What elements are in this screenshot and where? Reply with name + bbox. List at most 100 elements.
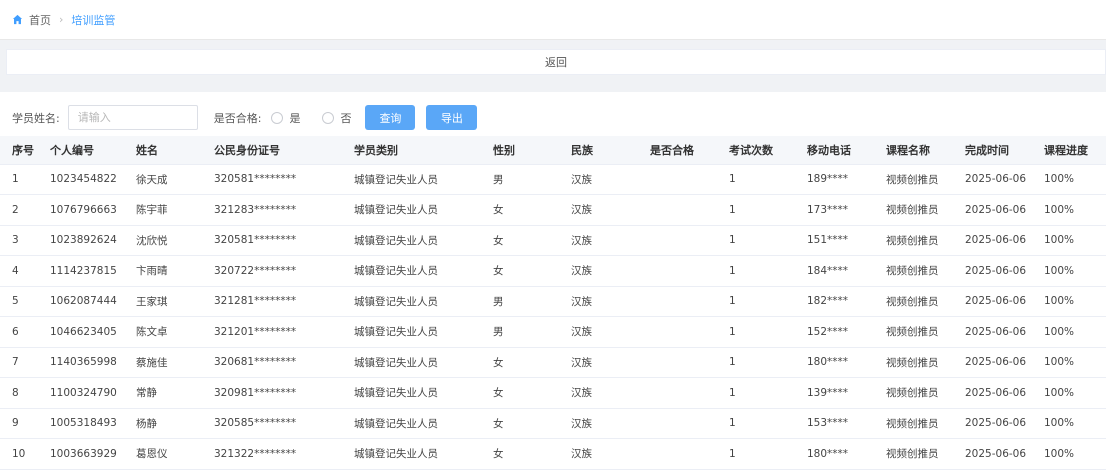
table-cell: 女 <box>481 255 559 287</box>
pass-yes-radio[interactable]: 是 <box>271 110 300 126</box>
table-cell <box>638 255 717 287</box>
table-cell: 320681******** <box>202 347 342 378</box>
table-cell: 321201******** <box>202 316 342 348</box>
table-cell: 视频创推员 <box>874 316 953 348</box>
table-cell: 汉族 <box>559 194 638 226</box>
table-row[interactable]: 3 1023892624 沈欣悦 320581******** 城镇登记失业人员女汉族 1… <box>0 225 1106 256</box>
table-cell: 1 <box>717 194 795 226</box>
pass-no-radio[interactable]: 否 <box>322 110 351 126</box>
column-header: 学员类别 <box>342 136 481 165</box>
table-row[interactable]: 1 1023454822 徐天成 320581******** 城镇登记失业人员男汉族 1… <box>0 164 1106 195</box>
table-row[interactable]: 5 1062087444 王家琪 321281******** 城镇登记失业人员男汉族 1… <box>0 286 1106 317</box>
table-cell <box>638 225 717 256</box>
table-cell: 1 <box>717 164 795 195</box>
table-cell: 1023454822 <box>38 164 124 195</box>
radio-circle-icon[interactable] <box>322 111 335 124</box>
table-cell: 100% <box>1032 377 1106 409</box>
table-body: 1 1023454822 徐天成 320581******** 城镇登记失业人员男汉族 1… <box>0 164 1106 470</box>
table-cell: 汉族 <box>559 164 638 195</box>
table-cell: 1 <box>717 225 795 256</box>
table-row[interactable]: 9 1005318493 杨静 320585******** 城镇登记失业人员女汉族 1 1… <box>0 408 1106 439</box>
table-cell: 陈宇菲 <box>124 194 202 226</box>
breadcrumb-current[interactable]: 培训监管 <box>71 12 115 28</box>
table-cell: 城镇登记失业人员 <box>342 347 481 378</box>
table-cell: 320585******** <box>202 408 342 439</box>
column-header: 民族 <box>559 136 638 165</box>
table-row[interactable]: 7 1140365998 蔡施佳 320681******** 城镇登记失业人员女汉族 1… <box>0 347 1106 378</box>
table-cell: 女 <box>481 377 559 409</box>
table-cell: 1 <box>717 286 795 317</box>
export-button[interactable]: 导出 <box>426 105 478 130</box>
table-cell <box>638 408 717 439</box>
table-cell: 1005318493 <box>38 408 124 439</box>
table-cell: 100% <box>1032 255 1106 287</box>
column-header: 公民身份证号 <box>202 136 342 165</box>
name-search-input[interactable] <box>67 105 198 130</box>
table-cell: 100% <box>1032 225 1106 256</box>
table-cell: 1023892624 <box>38 225 124 256</box>
table-cell: 视频创推员 <box>874 286 953 317</box>
table-row[interactable]: 4 1114237815 卞雨晴 320722******** 城镇登记失业人员女汉族 1… <box>0 255 1106 287</box>
search-button[interactable]: 查询 <box>365 105 416 130</box>
table-cell: 4 <box>0 255 38 287</box>
table-cell: 卞雨晴 <box>124 255 202 287</box>
table-cell: 139**** <box>795 377 874 409</box>
table-cell: 汉族 <box>559 377 638 409</box>
table-cell: 杨静 <box>124 408 202 439</box>
table-cell: 城镇登记失业人员 <box>342 194 481 226</box>
table-cell: 321283******** <box>202 194 342 226</box>
table-cell: 视频创推员 <box>874 347 953 378</box>
table-cell: 100% <box>1032 164 1106 195</box>
table-cell: 1046623405 <box>38 316 124 348</box>
table-cell: 321322******** <box>202 438 342 470</box>
column-header: 性别 <box>481 136 559 165</box>
table-cell: 女 <box>481 225 559 256</box>
table-cell: 1076796663 <box>38 194 124 226</box>
table-cell: 王家琪 <box>124 286 202 317</box>
breadcrumb-home-link[interactable]: 首页 <box>29 12 51 28</box>
table-cell: 视频创推员 <box>874 194 953 226</box>
table-cell: 2025-06-06 <box>953 225 1032 256</box>
table-cell: 5 <box>0 286 38 317</box>
table-cell: 2025-06-06 <box>953 164 1032 195</box>
table-row[interactable]: 2 1076796663 陈宇菲 321283******** 城镇登记失业人员女汉族 1… <box>0 194 1106 226</box>
table-row[interactable]: 6 1046623405 陈文卓 321201******** 城镇登记失业人员男汉族 1… <box>0 316 1106 348</box>
pass-filter-label: 是否合格: <box>213 111 262 125</box>
table-cell <box>638 194 717 226</box>
table-cell: 女 <box>481 408 559 439</box>
table-cell: 152**** <box>795 316 874 348</box>
table-cell: 180**** <box>795 347 874 378</box>
table-cell: 汉族 <box>559 347 638 378</box>
table-cell: 320722******** <box>202 255 342 287</box>
table-header-row: 序号 个人编号 姓名 公民身份证号 学员类别 性别 民族 是否合格 考试次数 移动电话 课程名称 完成… <box>0 136 1106 165</box>
table-row[interactable]: 8 1100324790 常静 320981******** 城镇登记失业人员女汉族 1 1… <box>0 377 1106 409</box>
table-cell: 100% <box>1032 438 1106 470</box>
chevron-right-icon: › <box>59 13 64 26</box>
table-cell: 男 <box>481 164 559 195</box>
radio-circle-icon[interactable] <box>271 111 284 124</box>
table-cell: 321281******** <box>202 286 342 317</box>
table-cell: 2025-06-06 <box>953 438 1032 470</box>
table-cell: 100% <box>1032 316 1106 348</box>
column-header: 考试次数 <box>717 136 795 165</box>
table-cell: 2025-06-06 <box>953 408 1032 439</box>
table-cell: 1 <box>717 316 795 348</box>
table-cell: 城镇登记失业人员 <box>342 438 481 470</box>
table-cell <box>638 438 717 470</box>
back-button[interactable]: 返回 <box>6 49 1106 75</box>
table-cell: 1 <box>717 255 795 287</box>
column-header: 序号 <box>0 136 38 165</box>
table-cell: 视频创推员 <box>874 408 953 439</box>
home-icon[interactable] <box>12 14 23 25</box>
table-cell: 173**** <box>795 194 874 226</box>
table-cell: 189**** <box>795 164 874 195</box>
table-cell: 1140365998 <box>38 347 124 378</box>
table-cell: 1062087444 <box>38 286 124 317</box>
table-cell <box>638 377 717 409</box>
table-row[interactable]: 10 1003663929 葛恩仪 321322******** 城镇登记失业人员女汉族… <box>0 438 1106 470</box>
table-cell: 蔡施佳 <box>124 347 202 378</box>
table-cell: 城镇登记失业人员 <box>342 164 481 195</box>
table-cell <box>638 164 717 195</box>
table-cell: 153**** <box>795 408 874 439</box>
table-cell: 2025-06-06 <box>953 255 1032 287</box>
